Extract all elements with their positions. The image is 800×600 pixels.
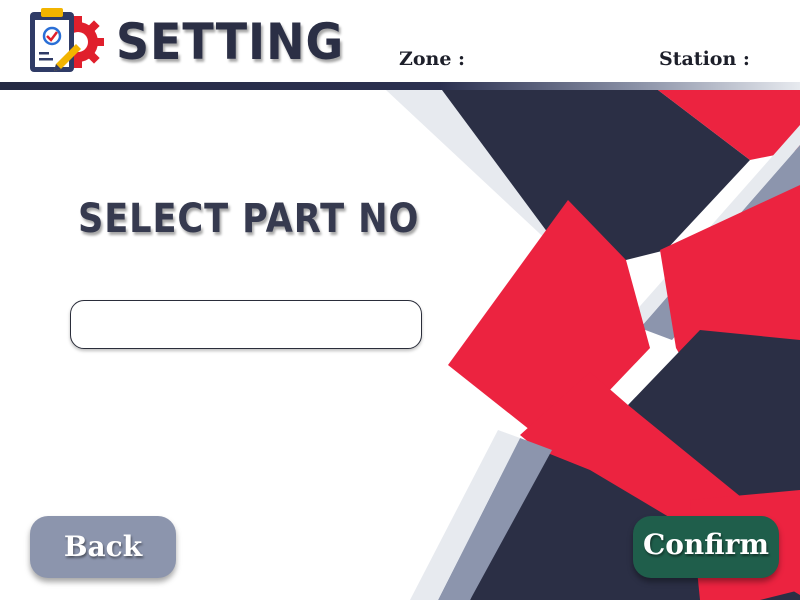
select-part-heading: SELECT PART NO — [78, 196, 420, 242]
confirm-button[interactable]: Confirm — [633, 516, 779, 578]
page-title: SETTING — [116, 13, 345, 71]
part-number-input[interactable] — [70, 300, 422, 349]
zone-label: Zone : — [399, 48, 466, 70]
header-divider — [0, 82, 800, 90]
header-bar: SETTING Zone : Station : — [0, 0, 800, 82]
back-button[interactable]: Back — [30, 516, 176, 578]
station-label: Station : — [659, 48, 750, 70]
settings-checklist-icon — [30, 8, 104, 72]
